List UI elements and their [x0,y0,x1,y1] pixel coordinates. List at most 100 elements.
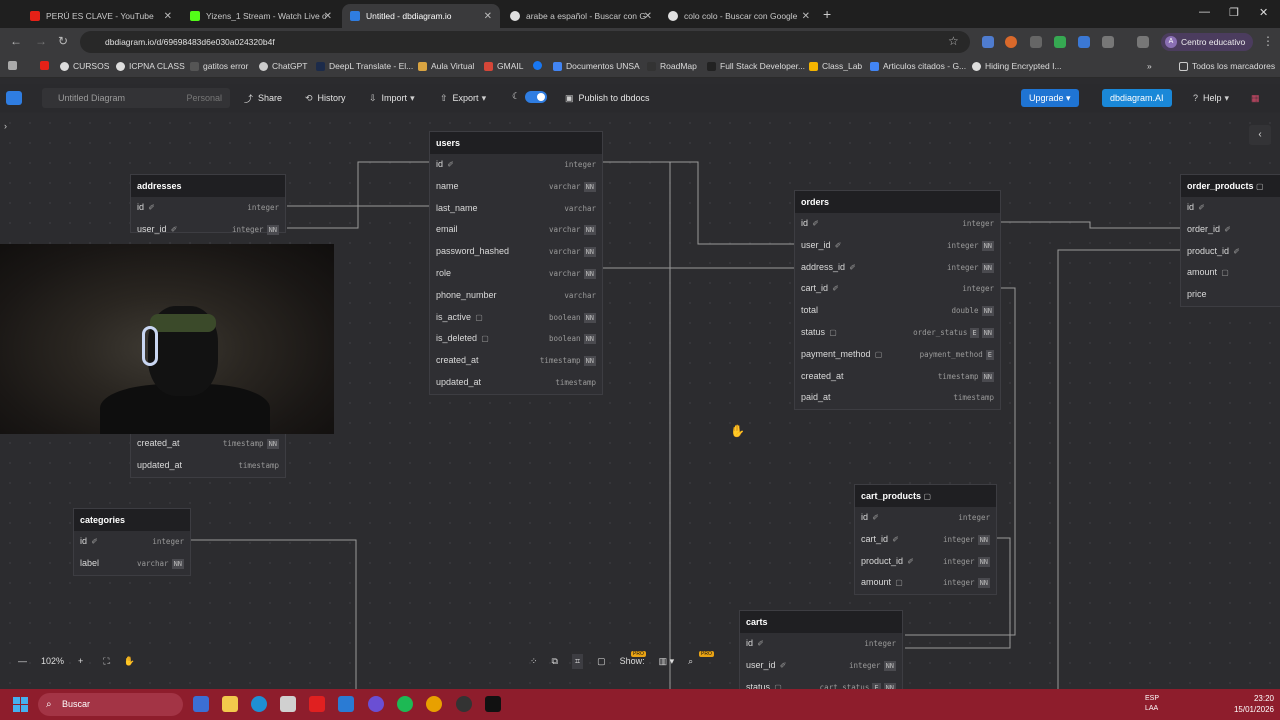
auto-arrange-icon[interactable]: ⁘ [530,656,538,667]
bookmark-item[interactable]: RoadMap [647,61,697,71]
bookmark-item[interactable]: Articulos citados - G... [870,61,966,71]
forward-icon[interactable]: → [35,34,47,48]
field-row[interactable]: id ✐ [1181,197,1280,219]
close-icon[interactable]: ✕ [644,11,652,22]
field-row[interactable]: product_id ✐int [1181,241,1280,263]
table-cart-products[interactable]: cart_products ▢ id ✐ integer cart_id ✐ inte… [854,484,997,596]
user-avatar[interactable]: ▦ [1244,89,1272,107]
field-row[interactable]: user_id ✐ integer NN [131,219,285,241]
field-row[interactable]: paid_at timestamp [795,387,1000,409]
field-row[interactable]: id ✐ integer [855,507,996,529]
zoom-in-button[interactable]: + [78,656,83,666]
collapse-panel-icon[interactable]: ‹ [1249,125,1271,145]
field-row[interactable]: email varchar NN [430,219,602,241]
publish-button[interactable]: ▣ Publish to dbdocs [558,89,657,107]
table-addresses[interactable]: addresses id ✐ integer user_id ✐ integer NN [130,174,286,235]
bookmark-item[interactable]: ChatGPT [259,61,307,71]
discord-icon[interactable] [368,696,384,712]
help-button[interactable]: ? Help ▾ [1186,89,1241,107]
minimize-icon[interactable]: — [1199,6,1210,18]
export-button[interactable]: ⇧ Export ▾ [433,89,498,107]
back-icon[interactable]: ← [10,34,22,48]
table-orders[interactable]: orders id ✐ integer user_id ✐ integer NN addr… [794,190,1001,411]
field-row[interactable]: is_active ▢ boolean NN [430,307,602,329]
file-explorer-icon[interactable] [222,696,238,712]
close-icon[interactable]: ✕ [802,11,810,22]
bookmark-item[interactable]: DeepL Translate - El... [316,61,413,71]
close-icon[interactable]: ✕ [164,11,172,22]
field-row[interactable]: id ✐ integer [795,213,1000,235]
puzzle-icon[interactable] [1102,36,1114,48]
upgrade-button[interactable]: Upgrade ▾ [1021,89,1079,107]
maximize-icon[interactable]: ❐ [1229,6,1239,19]
table-carts[interactable]: carts id ✐ integer user_id ✐ integer NN statu… [739,610,903,689]
share-button[interactable]: ⤴ Share [237,89,289,107]
field-row[interactable]: created_at timestamp NN [131,433,285,455]
media-icon[interactable] [1137,36,1149,48]
browser-tab[interactable]: PERÚ ES CLAVE - YouTube ✕ [22,4,180,28]
spotify-icon[interactable] [397,696,413,712]
field-row[interactable]: id ✐ integer [131,197,285,219]
system-clock[interactable]: 23:20 15/01/2026 [1234,693,1274,715]
bookmark-item[interactable]: Aula Virtual [418,61,474,71]
search-icon[interactable]: ⌕ [688,656,693,667]
field-row[interactable]: last_name varchar [430,198,602,220]
new-tab-button[interactable]: + [823,6,831,22]
bookmark-item[interactable]: Full Stack Developer... [707,61,805,71]
bookmark-item[interactable]: gatitos error [190,61,248,71]
field-row[interactable]: cart_id ✐ integer NN [855,529,996,551]
browser-tab[interactable]: arabe a español - Buscar con G ✕ [502,4,660,28]
chrome-icon[interactable] [426,696,442,712]
extension-icon[interactable] [1005,36,1017,48]
field-row[interactable]: address_id ✐ integer NN [795,257,1000,279]
browser-tab-active[interactable]: Untitled - dbdiagram.io ✕ [342,4,500,28]
vscode-icon[interactable] [338,696,354,712]
field-row[interactable]: label varchar NN [74,553,190,575]
table-users[interactable]: users id ✐ integer name varchar NN last_name v… [429,131,603,395]
field-row[interactable]: product_id ✐ integer NN [855,551,996,573]
note-tool-icon[interactable]: ▢ [597,656,606,667]
extension-icon[interactable] [1078,36,1090,48]
reload-icon[interactable]: ↻ [58,34,68,48]
history-button[interactable]: ⟲ History [298,89,353,107]
close-window-icon[interactable]: ✕ [1259,6,1268,19]
field-row[interactable]: amount ▢ integer NN [855,572,996,594]
taskbar-search[interactable]: ⌕ Buscar [38,693,183,716]
field-row[interactable]: amount ▢int [1181,262,1280,284]
app-l-icon[interactable] [309,696,325,712]
field-row[interactable]: created_at timestamp NN [795,366,1000,388]
close-icon[interactable]: ✕ [484,11,492,22]
profile-button[interactable]: A Centro educativo [1161,33,1254,51]
edge-icon[interactable] [251,696,267,712]
dbdiagram-ai-button[interactable]: dbdiagram.AI [1102,89,1172,107]
browser-tab[interactable]: Yizens_1 Stream - Watch Live o ✕ [182,4,340,28]
field-row[interactable]: password_hashed varchar NN [430,241,602,263]
field-row[interactable]: user_id ✐ integer NN [740,655,902,677]
bookmark-item[interactable] [533,61,546,70]
expand-panel-icon[interactable]: › [4,121,7,131]
bookmark-item[interactable]: CURSOS [60,61,109,71]
apps-icon[interactable] [8,61,21,70]
obs-icon[interactable] [485,696,501,712]
field-row[interactable]: status ▢ cart_status E NN [740,677,902,689]
browser-tab[interactable]: colo colo - Buscar con Google ✕ [660,4,818,28]
github-icon[interactable] [456,696,472,712]
dbdiagram-logo[interactable] [6,91,22,105]
extension-icon[interactable] [1030,36,1042,48]
show-options-icon[interactable]: ▥ ▾ [659,656,675,667]
field-row[interactable]: status ▢ order_status E NN [795,322,1000,344]
close-icon[interactable]: ✕ [324,11,332,22]
diagram-name-input[interactable]: Untitled Diagram Personal [42,88,230,108]
copilot-icon[interactable] [193,696,209,712]
field-row[interactable]: order_id ✐int [1181,219,1280,241]
bookmark-item[interactable]: Hiding Encrypted I... [972,61,1062,71]
table-categories[interactable]: categories id ✐ integer label varchar NN [73,508,191,576]
bookmark-item[interactable]: Documentos UNSA [553,61,640,71]
fit-view-icon[interactable]: ⛶ [103,656,109,667]
align-icon[interactable]: ⧉ [552,656,558,667]
field-row[interactable]: cart_id ✐ integer [795,278,1000,300]
more-bookmarks-icon[interactable]: » [1147,61,1152,71]
bookmark-item[interactable]: Class_Lab [809,61,862,71]
bookmark-item[interactable]: ICPNA CLASS [116,61,185,71]
field-row[interactable]: is_deleted ▢ boolean NN [430,328,602,350]
